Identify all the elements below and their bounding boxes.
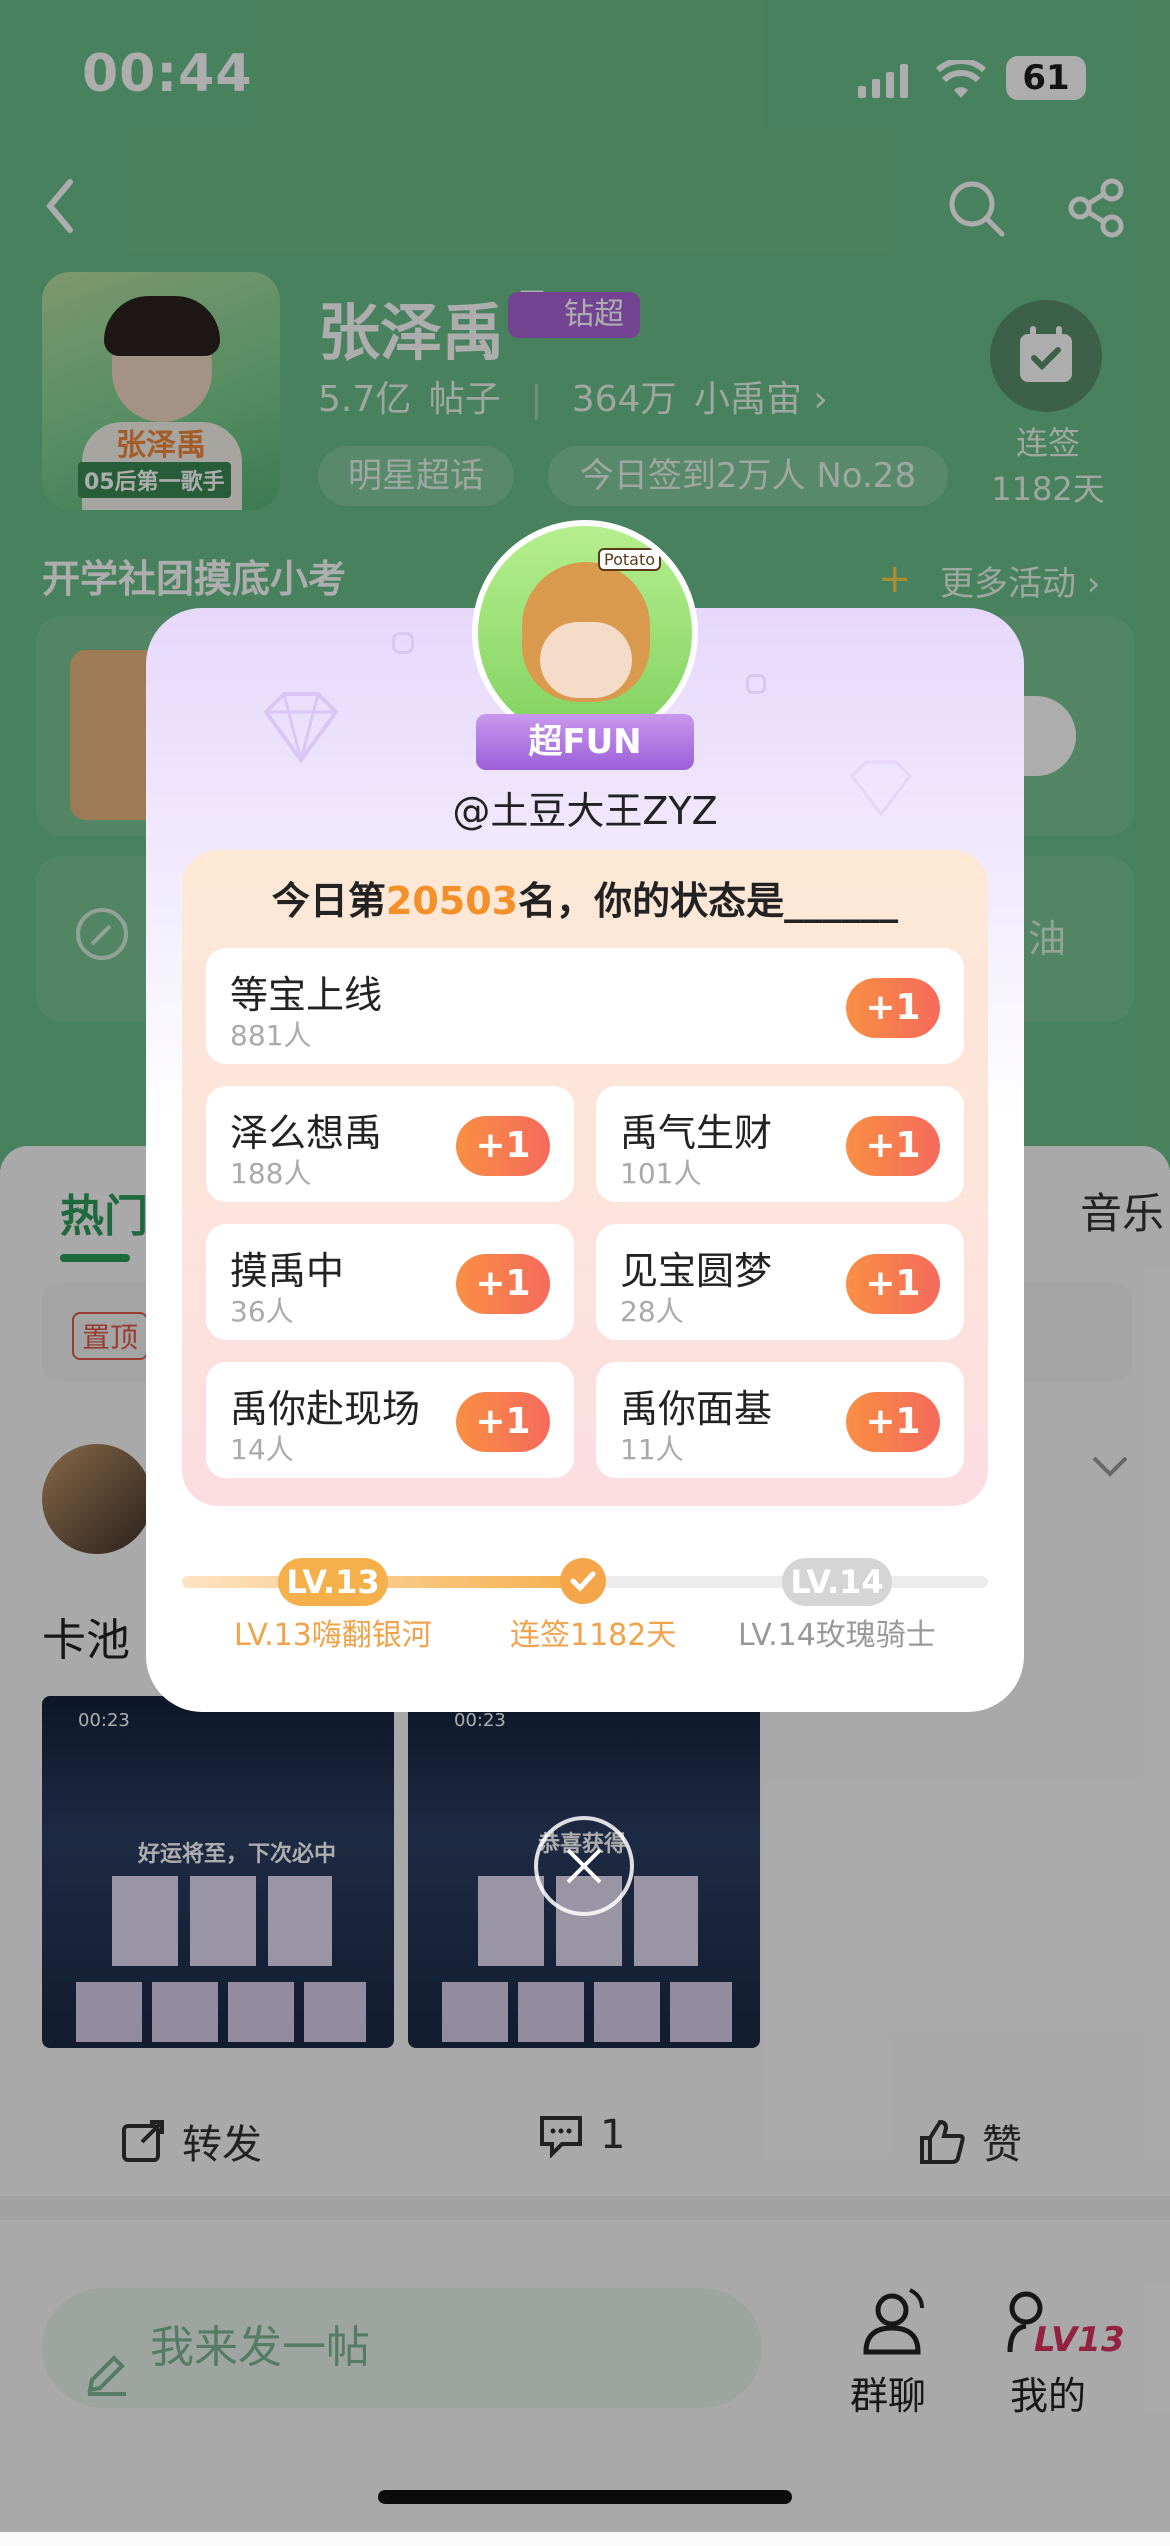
level-check-icon [560, 1558, 606, 1604]
option-title: 等宝上线 [230, 973, 383, 1017]
level-current-pill: LV.13 [278, 1558, 388, 1606]
rank-number: 20503 [385, 879, 519, 923]
plus-one-button[interactable]: +1 [846, 978, 940, 1038]
option-title: 泽么想禹 [230, 1111, 383, 1155]
level-current-name: LV.13嗨翻银河 [234, 1618, 432, 1653]
plus-one-button[interactable]: +1 [846, 1116, 940, 1176]
option-card[interactable]: 见宝圆梦 28人 +1 [596, 1224, 964, 1340]
option-card[interactable]: 等宝上线 881人 +1 [206, 948, 964, 1064]
option-count: 36人 [230, 1295, 294, 1328]
username: @土豆大王ZYZ [452, 789, 718, 833]
option-count: 101人 [620, 1157, 702, 1190]
option-title: 摸禹中 [230, 1249, 345, 1293]
option-card[interactable]: 禹气生财 101人 +1 [596, 1086, 964, 1202]
close-button[interactable] [534, 1816, 634, 1916]
option-title: 见宝圆梦 [620, 1249, 773, 1293]
plus-one-button[interactable]: +1 [456, 1392, 550, 1452]
prompt-prefix: 今日第 [271, 879, 386, 923]
option-title: 禹你面基 [620, 1387, 773, 1431]
option-title: 禹气生财 [620, 1111, 773, 1155]
rank-prompt: 今日第20503名，你的状态是______ [182, 870, 988, 925]
option-title: 禹你赴现场 [230, 1387, 421, 1431]
plus-one-button[interactable]: +1 [846, 1392, 940, 1452]
option-count: 188人 [230, 1157, 312, 1190]
dot-decor [392, 632, 414, 654]
diamond-decor-icon [263, 692, 339, 764]
avatar-sign-text: Potato [598, 548, 662, 571]
close-icon [566, 1848, 602, 1884]
option-count: 14人 [230, 1433, 294, 1466]
plus-one-button[interactable]: +1 [846, 1254, 940, 1314]
option-card[interactable]: 摸禹中 36人 +1 [206, 1224, 574, 1340]
streak-label: 连签1182天 [510, 1618, 677, 1653]
option-card[interactable]: 禹你面基 11人 +1 [596, 1362, 964, 1478]
fun-ribbon-label: 超FUN [528, 722, 642, 762]
plus-one-button[interactable]: +1 [456, 1116, 550, 1176]
prompt-suffix: 名，你的状态是______ [518, 879, 899, 923]
level-next-name: LV.14玫瑰骑士 [738, 1618, 936, 1653]
option-count: 28人 [620, 1295, 684, 1328]
user-avatar[interactable]: Potato [472, 520, 698, 746]
option-card[interactable]: 泽么想禹 188人 +1 [206, 1086, 574, 1202]
fun-ribbon-badge: 超FUN [476, 714, 694, 770]
dot-decor-2 [746, 674, 766, 694]
option-count: 881人 [230, 1019, 312, 1052]
level-next-pill: LV.14 [782, 1558, 892, 1606]
option-card[interactable]: 禹你赴现场 14人 +1 [206, 1362, 574, 1478]
plus-one-button[interactable]: +1 [456, 1254, 550, 1314]
potato-face [540, 622, 632, 698]
option-count: 11人 [620, 1433, 684, 1466]
